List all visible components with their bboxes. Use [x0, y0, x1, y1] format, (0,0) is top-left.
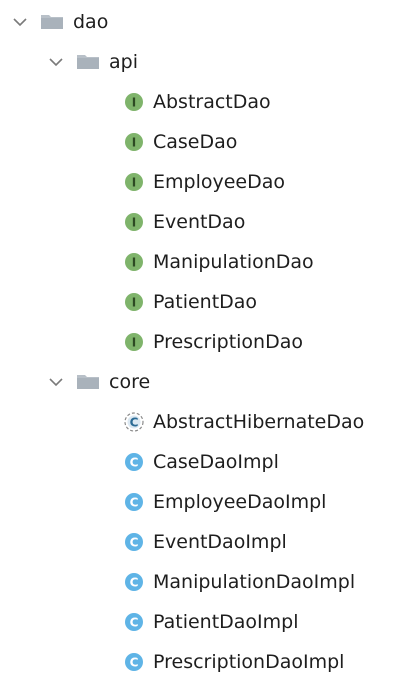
- icon-letter: C: [130, 536, 139, 550]
- class-icon: C: [125, 573, 143, 591]
- icon-letter: I: [132, 136, 136, 150]
- tree-node-label: dao: [73, 11, 109, 33]
- tree-item-label: PrescriptionDaoImpl: [153, 651, 345, 673]
- tree-item-label: PatientDaoImpl: [153, 611, 299, 633]
- tree-item-class[interactable]: C PatientDaoImpl: [0, 604, 395, 640]
- class-icon: C: [125, 453, 143, 471]
- icon-letter: C: [130, 576, 139, 590]
- tree-item-class[interactable]: C EmployeeDaoImpl: [0, 484, 395, 520]
- tree-item-label: ManipulationDaoImpl: [153, 571, 356, 593]
- icon-letter: I: [132, 296, 136, 310]
- tree-item-label: EmployeeDao: [153, 171, 285, 193]
- tree-item-interface[interactable]: I ManipulationDao: [0, 244, 395, 280]
- chevron-down-icon[interactable]: [46, 372, 66, 392]
- icon-letter: C: [130, 496, 139, 510]
- tree-item-class[interactable]: C EventDaoImpl: [0, 524, 395, 560]
- tree-node-dao[interactable]: dao: [0, 4, 395, 40]
- tree-node-label: api: [109, 51, 138, 73]
- class-icon: C: [125, 653, 143, 671]
- tree-item-label: EventDao: [153, 211, 246, 233]
- tree-item-interface[interactable]: I EmployeeDao: [0, 164, 395, 200]
- chevron-down-icon[interactable]: [10, 12, 30, 32]
- icon-letter: C: [130, 416, 139, 430]
- abstract-class-icon: C: [124, 412, 144, 432]
- tree-item-label: CaseDaoImpl: [153, 451, 279, 473]
- tree-node-core[interactable]: core: [0, 364, 395, 400]
- tree-node-api[interactable]: api: [0, 44, 395, 80]
- class-icon: C: [125, 493, 143, 511]
- tree-item-interface[interactable]: I PatientDao: [0, 284, 395, 320]
- tree-item-interface[interactable]: I AbstractDao: [0, 84, 395, 120]
- icon-letter: I: [132, 336, 136, 350]
- icon-letter: C: [130, 656, 139, 670]
- tree-item-label: EmployeeDaoImpl: [153, 491, 327, 513]
- tree-item-class[interactable]: C ManipulationDaoImpl: [0, 564, 395, 600]
- tree-item-label: AbstractHibernateDao: [153, 411, 365, 433]
- icon-letter: C: [130, 456, 139, 470]
- tree-item-interface[interactable]: I PrescriptionDao: [0, 324, 395, 360]
- tree-item-class[interactable]: C CaseDaoImpl: [0, 444, 395, 480]
- tree-item-class[interactable]: C PrescriptionDaoImpl: [0, 644, 395, 680]
- interface-icon: I: [125, 333, 143, 351]
- interface-icon: I: [125, 293, 143, 311]
- interface-icon: I: [125, 133, 143, 151]
- tree-item-abstract-class[interactable]: C AbstractHibernateDao: [0, 404, 395, 440]
- tree-item-label: AbstractDao: [153, 91, 271, 113]
- tree-item-label: PrescriptionDao: [153, 331, 303, 353]
- icon-letter: I: [132, 216, 136, 230]
- icon-letter: I: [132, 256, 136, 270]
- icon-letter: I: [132, 176, 136, 190]
- class-icon: C: [125, 533, 143, 551]
- class-icon: C: [125, 613, 143, 631]
- tree-node-label: core: [109, 371, 151, 393]
- interface-icon: I: [125, 173, 143, 191]
- folder-icon: [76, 374, 100, 390]
- tree-item-label: PatientDao: [153, 291, 258, 313]
- project-tree: dao api I AbstractDao I CaseDao I Employ…: [0, 0, 395, 682]
- icon-letter: C: [130, 616, 139, 630]
- chevron-down-icon[interactable]: [46, 52, 66, 72]
- tree-item-interface[interactable]: I CaseDao: [0, 124, 395, 160]
- tree-item-label: ManipulationDao: [153, 251, 314, 273]
- interface-icon: I: [125, 93, 143, 111]
- interface-icon: I: [125, 253, 143, 271]
- tree-item-interface[interactable]: I EventDao: [0, 204, 395, 240]
- icon-letter: I: [132, 96, 136, 110]
- interface-icon: I: [125, 213, 143, 231]
- tree-item-label: EventDaoImpl: [153, 531, 287, 553]
- tree-item-label: CaseDao: [153, 131, 238, 153]
- folder-icon: [76, 54, 100, 70]
- folder-icon: [40, 14, 64, 30]
